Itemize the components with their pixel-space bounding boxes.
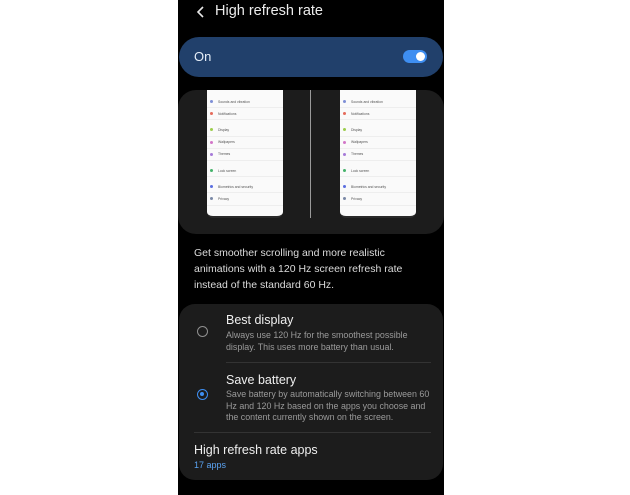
preview-settings-row: Notifications	[340, 108, 416, 121]
preview-settings-row: Display	[340, 124, 416, 137]
refresh-preview-card: Sounds and vibration Notifications Display…	[178, 90, 444, 234]
settings-dot-icon	[343, 197, 346, 201]
preview-divider	[310, 90, 311, 218]
preview-settings-label: Display	[351, 127, 363, 132]
master-switch-bar[interactable]: On	[179, 37, 443, 77]
preview-settings-row: Lock screen	[207, 165, 283, 178]
preview-settings-row: Lock screen	[340, 165, 416, 178]
option-title: Best display	[226, 313, 294, 327]
master-switch-label: On	[194, 49, 212, 64]
settings-dot-icon	[210, 169, 213, 173]
preview-settings-label: Themes	[218, 152, 231, 157]
settings-dot-icon	[343, 169, 346, 173]
preview-settings-label: Privacy	[218, 196, 230, 201]
preview-settings-label: Display	[218, 127, 230, 132]
header: High refresh rate	[178, 0, 444, 28]
preview-settings-label: Privacy	[351, 196, 363, 201]
radio-best-display[interactable]	[197, 326, 208, 337]
option-description: Save battery by automatically switching …	[226, 389, 430, 422]
preview-settings-label: Themes	[351, 152, 364, 157]
high-refresh-apps-link[interactable]: High refresh rate apps	[194, 443, 318, 457]
preview-standard-screen: Sounds and vibration Notifications Display…	[207, 90, 283, 218]
preview-settings-label: Biometrics and security	[218, 184, 254, 189]
chevron-left-icon[interactable]	[194, 5, 208, 19]
preview-settings-row: Wallpapers	[340, 137, 416, 149]
option-description: Always use 120 Hz for the smoothest poss…	[226, 330, 408, 352]
master-toggle[interactable]	[403, 50, 427, 63]
radio-save-battery[interactable]	[197, 389, 208, 400]
phone-screen: High refresh rate On Sounds and vibratio…	[178, 0, 444, 495]
preview-settings-label: Wallpapers	[351, 140, 368, 145]
option-title: Save battery	[226, 373, 297, 387]
preview-settings-label: Sounds and vibration	[218, 99, 250, 104]
preview-settings-label: Lock screen	[351, 168, 370, 173]
settings-dot-icon	[343, 185, 346, 189]
settings-dot-icon	[210, 128, 213, 132]
settings-dot-icon	[343, 112, 346, 116]
preview-settings-row: Notifications	[207, 108, 283, 121]
preview-settings-label: Lock screen	[218, 168, 237, 173]
settings-dot-icon	[210, 197, 213, 201]
settings-dot-icon	[343, 152, 346, 156]
options-card: Best display Always use 120 Hz for the s…	[179, 304, 443, 480]
preview-high-refresh-screen: Sounds and vibration Notifications Display…	[340, 90, 416, 218]
preview-settings-row: Themes	[207, 149, 283, 161]
settings-dot-icon	[343, 128, 346, 132]
preview-settings-row: Sounds and vibration	[340, 96, 416, 109]
preview-settings-label: Sounds and vibration	[351, 99, 383, 104]
settings-dot-icon	[343, 100, 346, 104]
preview-settings-label: Notifications	[351, 111, 370, 116]
preview-settings-label: Biometrics and security	[351, 184, 387, 189]
settings-dot-icon	[210, 140, 213, 144]
preview-settings-row: Sounds and vibration	[207, 96, 283, 109]
option-divider	[226, 362, 431, 363]
preview-settings-row: Biometrics and security	[207, 181, 283, 194]
description-text: Get smoother scrolling and more realisti…	[194, 247, 403, 291]
preview-settings-label: Notifications	[218, 111, 237, 116]
settings-dot-icon	[210, 112, 213, 116]
preview-settings-row: Display	[207, 124, 283, 137]
toggle-knob	[416, 52, 425, 61]
preview-settings-row: Privacy	[207, 193, 283, 206]
settings-dot-icon	[210, 100, 213, 104]
apps-count: 17 apps	[194, 460, 227, 470]
option-save-battery[interactable]: Save battery Save battery by automatical…	[179, 373, 443, 431]
option-best-display[interactable]: Best display Always use 120 Hz for the s…	[179, 313, 443, 363]
preview-settings-row: Biometrics and security	[340, 181, 416, 194]
settings-dot-icon	[210, 185, 213, 189]
page-title: High refresh rate	[215, 3, 323, 19]
preview-settings-label: Wallpapers	[218, 140, 235, 145]
preview-settings-row: Wallpapers	[207, 137, 283, 149]
settings-dot-icon	[343, 140, 346, 144]
settings-dot-icon	[210, 152, 213, 156]
preview-settings-row: Privacy	[340, 193, 416, 206]
preview-settings-row: Themes	[340, 149, 416, 161]
option-divider	[194, 432, 431, 433]
